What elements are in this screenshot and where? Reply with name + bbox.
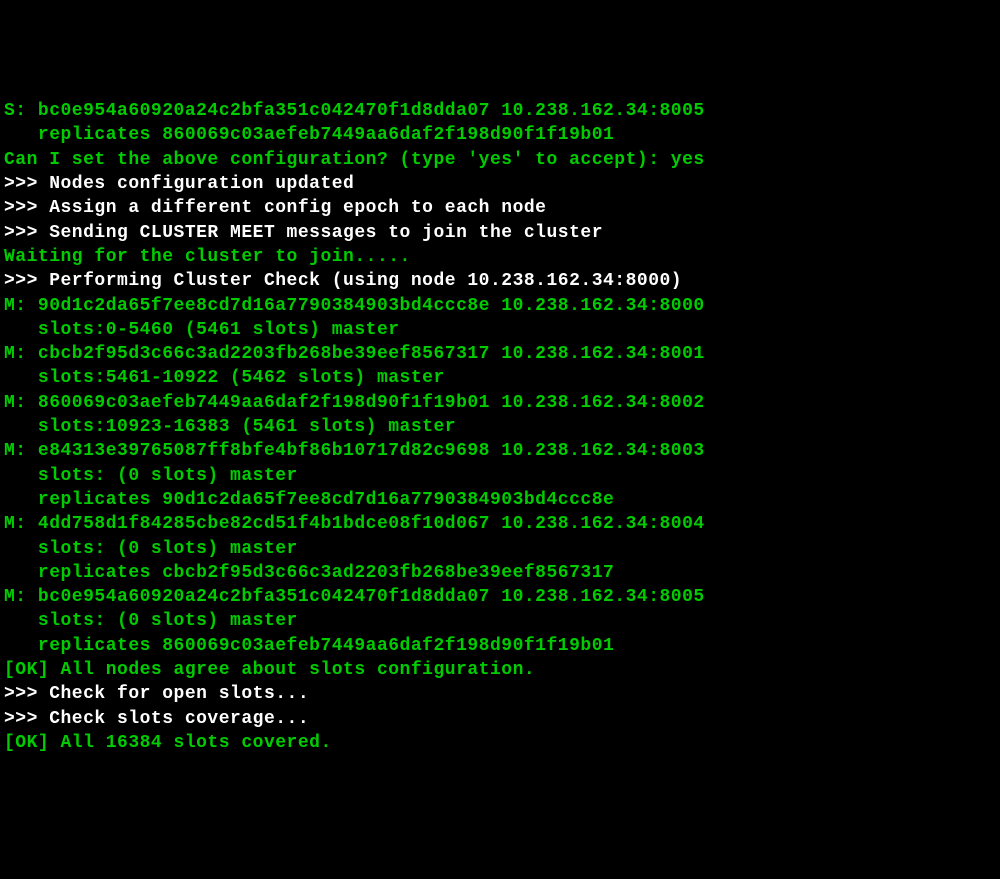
terminal-line: [OK] All 16384 slots covered. [4,731,996,755]
terminal-line: >>> Assign a different config epoch to e… [4,196,996,220]
terminal-line: Waiting for the cluster to join..... [4,245,996,269]
terminal-line: S: bc0e954a60920a24c2bfa351c042470f1d8dd… [4,99,996,123]
terminal-line: M: 4dd758d1f84285cbe82cd51f4b1bdce08f10d… [4,512,996,536]
terminal-line: slots:10923-16383 (5461 slots) master [4,415,996,439]
terminal-line: >>> Check for open slots... [4,682,996,706]
terminal-line: slots: (0 slots) master [4,609,996,633]
terminal-line: Can I set the above configuration? (type… [4,148,996,172]
terminal-line: slots: (0 slots) master [4,537,996,561]
terminal-line: M: e84313e39765087ff8bfe4bf86b10717d82c9… [4,439,996,463]
terminal-line: >>> Sending CLUSTER MEET messages to joi… [4,221,996,245]
terminal-line: replicates 90d1c2da65f7ee8cd7d16a7790384… [4,488,996,512]
terminal-line: replicates 860069c03aefeb7449aa6daf2f198… [4,634,996,658]
terminal-line: replicates 860069c03aefeb7449aa6daf2f198… [4,123,996,147]
terminal-line: M: cbcb2f95d3c66c3ad2203fb268be39eef8567… [4,342,996,366]
terminal-line: replicates cbcb2f95d3c66c3ad2203fb268be3… [4,561,996,585]
terminal-line: >>> Nodes configuration updated [4,172,996,196]
terminal-line: slots:5461-10922 (5462 slots) master [4,366,996,390]
terminal-output: S: bc0e954a60920a24c2bfa351c042470f1d8dd… [4,99,996,755]
terminal-line: [OK] All nodes agree about slots configu… [4,658,996,682]
terminal-line: M: 90d1c2da65f7ee8cd7d16a7790384903bd4cc… [4,294,996,318]
terminal-line: slots:0-5460 (5461 slots) master [4,318,996,342]
terminal-line: M: bc0e954a60920a24c2bfa351c042470f1d8dd… [4,585,996,609]
terminal-line: M: 860069c03aefeb7449aa6daf2f198d90f1f19… [4,391,996,415]
terminal-line: >>> Performing Cluster Check (using node… [4,269,996,293]
terminal-line: slots: (0 slots) master [4,464,996,488]
terminal-line: >>> Check slots coverage... [4,707,996,731]
